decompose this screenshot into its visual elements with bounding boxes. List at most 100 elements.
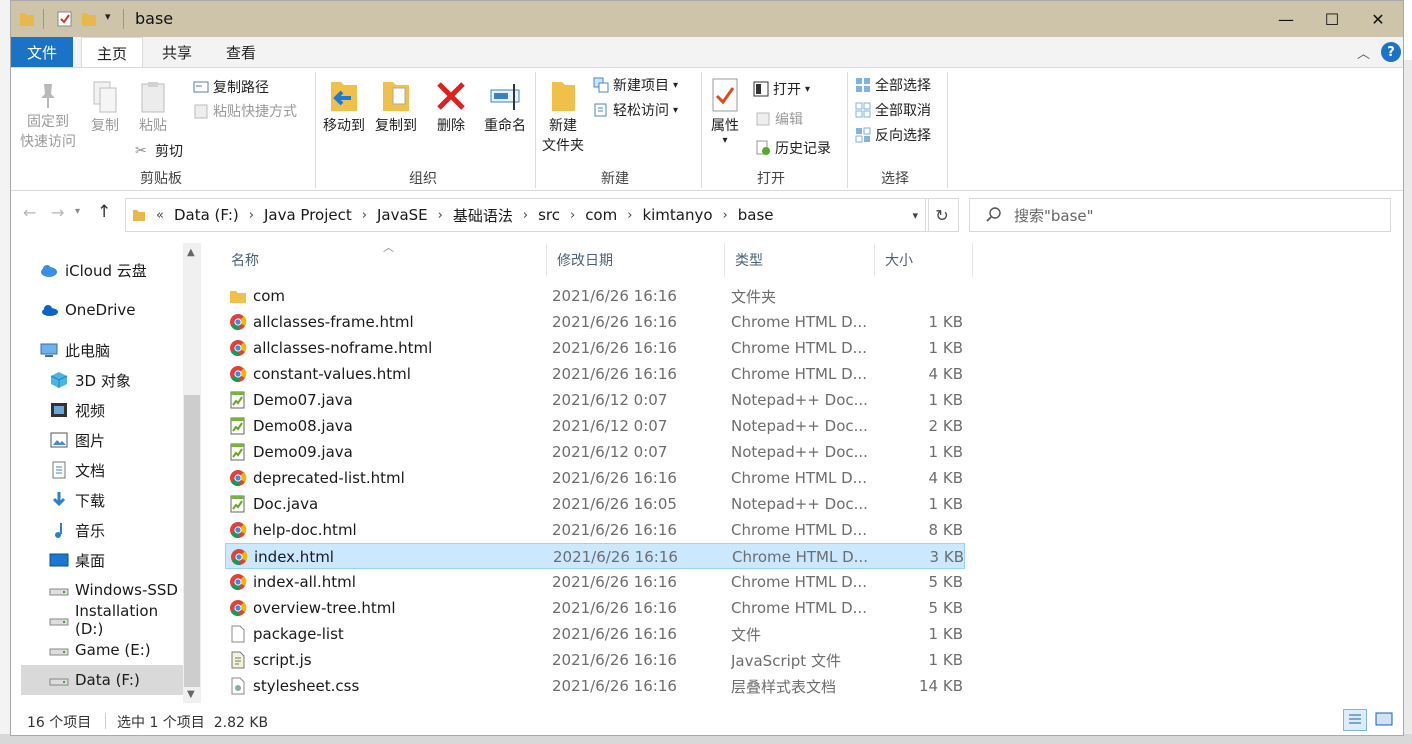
cut-button[interactable]: ✂ 剪切 [135, 140, 183, 162]
nav-item[interactable]: 视频 [49, 395, 183, 425]
copy-to-button[interactable]: 复制到 [371, 76, 421, 136]
new-folder-button[interactable]: 新建 文件夹 [537, 76, 589, 156]
breadcrumb-current[interactable]: base [732, 206, 780, 224]
tab-share[interactable]: 共享 [149, 37, 205, 67]
chevron-right-icon[interactable]: › [358, 208, 371, 223]
copy-path-label: 复制路径 [213, 80, 269, 96]
nav-item[interactable]: iCloud 云盘 [39, 255, 183, 285]
nav-scrollbar[interactable]: ▲ ▼ [183, 243, 201, 703]
chevron-right-icon[interactable]: › [566, 208, 579, 223]
recent-locations-chevron-icon[interactable]: ▾ [75, 206, 80, 217]
up-arrow-icon[interactable]: ↑ [97, 202, 111, 222]
properties-button[interactable]: 属性 ▾ [705, 76, 745, 146]
new-item-button[interactable]: 新建项目 ▾ [593, 74, 678, 96]
chevron-right-icon[interactable]: › [519, 208, 532, 223]
select-all-button[interactable]: 全部选择 [855, 74, 931, 96]
scrollbar-thumb[interactable] [184, 395, 200, 687]
nav-item[interactable]: 图片 [49, 425, 183, 455]
select-none-button[interactable]: 全部取消 [855, 99, 931, 121]
breadcrumb-item[interactable]: com [579, 206, 623, 224]
chevron-right-icon[interactable]: › [434, 208, 447, 223]
breadcrumb-item[interactable]: 基础语法 [447, 205, 519, 226]
move-to-button[interactable]: 移动到 [319, 76, 369, 136]
group-label-open: 打开 [757, 171, 785, 187]
address-bar[interactable]: « Data (F:) › Java Project › JavaSE › 基础语法 ›… [125, 198, 929, 232]
easy-access-button[interactable]: 轻松访问 ▾ [593, 99, 678, 121]
nav-item[interactable]: 桌面 [49, 545, 183, 575]
nav-item[interactable]: 下载 [49, 485, 183, 515]
chevron-down-icon[interactable]: ▾ [105, 10, 111, 23]
nav-item[interactable]: OneDrive [39, 295, 183, 325]
history-button[interactable]: 历史记录 [755, 137, 831, 159]
paste-button[interactable]: 粘贴 [131, 80, 175, 136]
column-header-name[interactable]: 名称 [221, 243, 547, 277]
breadcrumb-item[interactable]: Java Project [258, 206, 358, 224]
file-row[interactable]: index-all.html 2021/6/26 16:16 Chrome HTML… [225, 569, 965, 595]
file-row[interactable]: stylesheet.css 2021/6/26 16:16 层叠样式表文档 14 K… [225, 673, 965, 699]
paste-shortcut-button[interactable]: 粘贴快捷方式 [193, 100, 297, 122]
forward-arrow-icon[interactable]: → [51, 203, 64, 222]
edit-button[interactable]: 编辑 [755, 108, 803, 130]
copy-button[interactable]: 复制 [83, 80, 127, 136]
breadcrumb-item[interactable]: kimtanyo [636, 206, 718, 224]
file-row[interactable]: help-doc.html 2021/6/26 16:16 Chrome HTML … [225, 517, 965, 543]
file-row[interactable]: Demo08.java 2021/6/12 0:07 Notepad++ Doc..… [225, 413, 965, 439]
column-header-type[interactable]: 类型 [725, 243, 875, 277]
breadcrumb-overflow[interactable]: « [152, 208, 168, 223]
nav-item[interactable]: 3D 对象 [49, 365, 183, 395]
minimize-button[interactable]: — [1263, 1, 1309, 37]
close-button[interactable]: ✕ [1355, 1, 1401, 37]
nav-item[interactable]: Installation (D:) [49, 602, 183, 638]
nav-item[interactable]: Data (F:) [21, 665, 183, 695]
file-row[interactable]: Demo09.java 2021/6/12 0:07 Notepad++ Doc..… [225, 439, 965, 465]
breadcrumb-item[interactable]: Data (F:) [168, 206, 245, 224]
file-row[interactable]: allclasses-frame.html 2021/6/26 16:16 Chro… [225, 309, 965, 335]
nav-item[interactable]: 音乐 [49, 515, 183, 545]
file-row[interactable]: com 2021/6/26 16:16 文件夹 [225, 283, 965, 309]
scroll-down-icon[interactable]: ▼ [187, 689, 195, 700]
tab-view[interactable]: 查看 [211, 37, 271, 67]
breadcrumb-item[interactable]: src [532, 206, 566, 224]
file-row[interactable]: Demo07.java 2021/6/12 0:07 Notepad++ Doc..… [225, 387, 965, 413]
invert-selection-button[interactable]: 反向选择 [855, 124, 931, 146]
tab-home[interactable]: 主页 [81, 37, 143, 69]
nav-item[interactable]: 此电脑 [39, 335, 183, 365]
copy-path-button[interactable]: 复制路径 [193, 76, 269, 98]
file-row[interactable]: Doc.java 2021/6/26 16:05 Notepad++ Doc... 1… [225, 491, 965, 517]
chevron-right-icon[interactable]: › [245, 208, 258, 223]
nav-item[interactable]: 文档 [49, 455, 183, 485]
help-icon[interactable]: ? [1381, 42, 1401, 62]
maximize-button[interactable]: ☐ [1309, 1, 1355, 37]
file-date: 2021/6/26 16:16 [552, 625, 677, 643]
file-row[interactable]: deprecated-list.html 2021/6/26 16:16 Chrom… [225, 465, 965, 491]
large-icons-view-icon[interactable] [1373, 709, 1397, 731]
open-button[interactable]: 打开 ▾ [753, 78, 810, 100]
back-arrow-icon[interactable]: ← [23, 203, 36, 222]
scroll-up-icon[interactable]: ▲ [187, 247, 195, 258]
refresh-icon[interactable]: ↻ [925, 198, 959, 232]
nav-item[interactable]: Game (E:) [49, 635, 183, 665]
file-row[interactable]: overview-tree.html 2021/6/26 16:16 Chrome … [225, 595, 965, 621]
file-row[interactable]: constant-values.html 2021/6/26 16:16 Chrom… [225, 361, 965, 387]
tab-file[interactable]: 文件 [11, 37, 73, 67]
file-row[interactable]: script.js 2021/6/26 16:16 JavaScript 文件 1 K… [225, 647, 965, 673]
breadcrumb-item[interactable]: JavaSE [371, 206, 434, 224]
search-input[interactable]: 搜索"base" [969, 198, 1391, 232]
file-row[interactable]: allclasses-noframe.html 2021/6/26 16:16 Ch… [225, 335, 965, 361]
address-dropdown-icon[interactable]: ▾ [912, 209, 918, 222]
details-view-icon[interactable] [1343, 709, 1367, 731]
column-header-date[interactable]: 修改日期 [547, 243, 725, 277]
pin-quick-access-button[interactable]: 固定到 快速访问 [15, 80, 81, 152]
chevron-right-icon[interactable]: › [719, 208, 732, 223]
nav-item[interactable]: Windows-SSD [49, 575, 183, 605]
rename-button[interactable]: 重命名 [477, 76, 533, 136]
chevron-right-icon[interactable]: › [623, 208, 636, 223]
properties-check-icon[interactable] [57, 10, 73, 28]
file-row-selected[interactable]: index.html 2021/6/26 16:16 Chrome HTML D..… [225, 543, 965, 569]
new-folder-icon[interactable] [81, 10, 97, 28]
delete-button[interactable]: 删除 [431, 76, 471, 136]
file-row[interactable]: package-list 2021/6/26 16:16 文件 1 KB [225, 621, 965, 647]
nav-item-label: Game (E:) [75, 641, 151, 659]
collapse-ribbon-icon[interactable]: ︿ [1357, 43, 1370, 62]
column-header-size[interactable]: 大小 [875, 243, 973, 277]
